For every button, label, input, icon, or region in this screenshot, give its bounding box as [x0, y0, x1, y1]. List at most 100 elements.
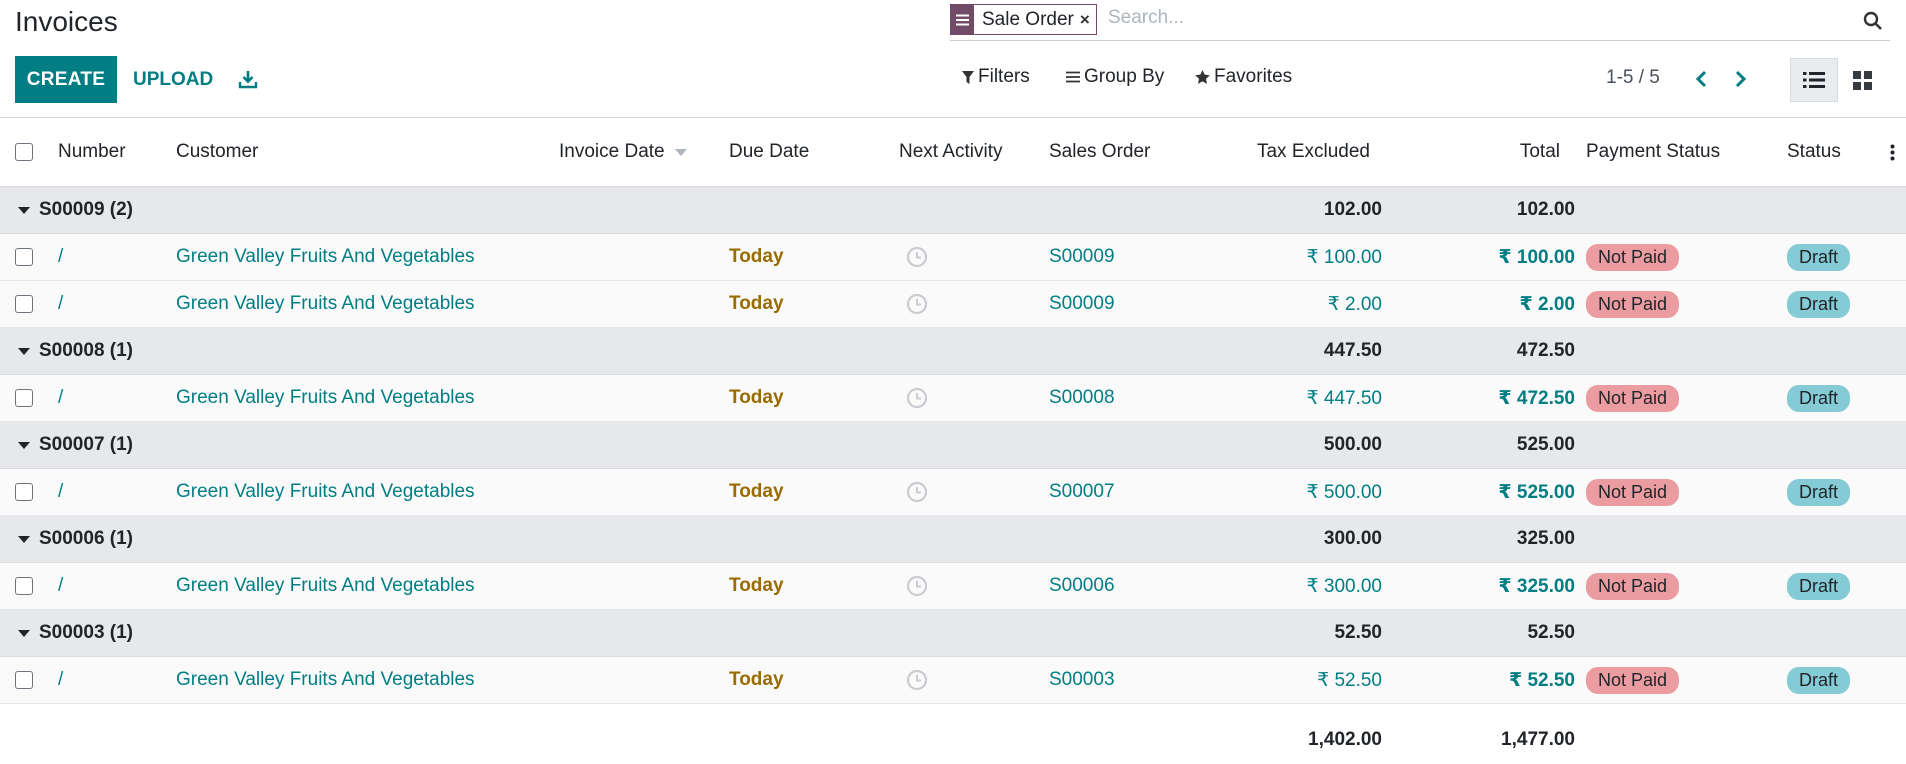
kanban-view-icon — [1852, 70, 1872, 90]
table-row[interactable]: / Green Valley Fruits And Vegetables Today… — [0, 234, 1906, 281]
star-icon — [1195, 70, 1210, 84]
clock-icon[interactable] — [906, 657, 928, 703]
list-view-button[interactable] — [1790, 58, 1838, 102]
due-date: Today — [729, 387, 784, 408]
row-checkbox[interactable] — [15, 389, 33, 407]
column-payment-status[interactable]: Payment Status — [1586, 118, 1720, 186]
status-badge: Draft — [1787, 384, 1851, 412]
column-status[interactable]: Status — [1787, 118, 1841, 186]
row-checkbox[interactable] — [15, 483, 33, 501]
clock-icon[interactable] — [906, 234, 928, 280]
row-checkbox[interactable] — [15, 295, 33, 313]
invoice-number[interactable]: / — [58, 281, 63, 327]
total-value: ₹ 525.00 — [1498, 481, 1575, 503]
total-value: ₹ 52.50 — [1508, 669, 1575, 691]
status-badge: Draft — [1787, 572, 1851, 600]
clock-icon[interactable] — [906, 281, 928, 327]
tax-excluded-value: ₹ 52.50 — [1317, 669, 1382, 691]
pager-value[interactable]: 1-5 / 5 — [1606, 67, 1660, 89]
customer-link[interactable]: Green Valley Fruits And Vegetables — [176, 234, 475, 280]
invoice-number[interactable]: / — [58, 469, 63, 515]
group-label: S00008 (1) — [39, 340, 134, 361]
chevron-right-icon[interactable] — [1729, 64, 1753, 94]
group-row[interactable]: S00008 (1) 447.50 472.50 — [0, 328, 1906, 375]
customer-link[interactable]: Green Valley Fruits And Vegetables — [176, 563, 475, 609]
filters-button[interactable]: Filters — [962, 66, 1030, 88]
column-number[interactable]: Number — [58, 118, 126, 186]
group-row[interactable]: S00007 (1) 500.00 525.00 — [0, 422, 1906, 469]
column-due-date[interactable]: Due Date — [729, 118, 809, 186]
chevron-left-icon[interactable] — [1689, 64, 1713, 94]
invoice-number[interactable]: / — [58, 375, 63, 421]
kanban-view-button[interactable] — [1838, 58, 1886, 102]
group-total: 325.00 — [1516, 528, 1575, 549]
status-badge: Draft — [1787, 666, 1851, 694]
customer-link[interactable]: Green Valley Fruits And Vegetables — [176, 469, 475, 515]
customer-link[interactable]: Green Valley Fruits And Vegetables — [176, 657, 475, 703]
caret-down-icon — [18, 347, 30, 355]
clock-icon[interactable] — [906, 469, 928, 515]
caret-down-icon — [18, 441, 30, 449]
favorites-label: Favorites — [1214, 66, 1293, 87]
column-invoice-date[interactable]: Invoice Date — [559, 118, 687, 186]
payment-status-badge: Not Paid — [1586, 666, 1680, 694]
clock-icon[interactable] — [906, 563, 928, 609]
optional-columns-icon[interactable] — [1890, 118, 1895, 186]
select-all-checkbox[interactable] — [15, 143, 33, 161]
caret-down-icon — [18, 629, 30, 637]
group-header[interactable]: S00003 (1) — [18, 610, 133, 656]
search-icon[interactable] — [1860, 8, 1886, 34]
group-header[interactable]: S00007 (1) — [18, 422, 133, 468]
group-row[interactable]: S00006 (1) 300.00 325.00 — [0, 516, 1906, 563]
favorites-button[interactable]: Favorites — [1195, 66, 1292, 88]
group-header[interactable]: S00008 (1) — [18, 328, 133, 374]
due-date: Today — [729, 246, 784, 267]
group-label: S00003 (1) — [39, 622, 134, 643]
invoice-number[interactable]: / — [58, 563, 63, 609]
customer-link[interactable]: Green Valley Fruits And Vegetables — [176, 281, 475, 327]
search-facet[interactable]: Sale Order × — [950, 4, 1097, 35]
table-row[interactable]: / Green Valley Fruits And Vegetables Today… — [0, 375, 1906, 422]
payment-status-badge: Not Paid — [1586, 384, 1680, 412]
tax-excluded-value: ₹ 2.00 — [1327, 293, 1382, 315]
table-row[interactable]: / Green Valley Fruits And Vegetables Today… — [0, 563, 1906, 610]
table-row[interactable]: / Green Valley Fruits And Vegetables Today… — [0, 657, 1906, 704]
due-date: Today — [729, 293, 784, 314]
column-customer[interactable]: Customer — [176, 118, 258, 186]
sales-order-link[interactable]: S00009 — [1049, 281, 1115, 327]
customer-link[interactable]: Green Valley Fruits And Vegetables — [176, 375, 475, 421]
column-tax-excluded[interactable]: Tax Excluded — [1190, 118, 1370, 186]
column-invoice-date-label: Invoice Date — [559, 141, 665, 162]
group-header[interactable]: S00006 (1) — [18, 516, 133, 562]
group-row[interactable]: S00003 (1) 52.50 52.50 — [0, 610, 1906, 657]
row-checkbox[interactable] — [15, 671, 33, 689]
sales-order-link[interactable]: S00006 — [1049, 563, 1115, 609]
caret-down-icon — [18, 206, 30, 214]
search-input[interactable] — [1108, 7, 1808, 29]
create-button[interactable]: CREATE — [15, 56, 117, 103]
group-row[interactable]: S00009 (2) 102.00 102.00 — [0, 187, 1906, 234]
row-checkbox[interactable] — [15, 577, 33, 595]
status-badge: Draft — [1787, 243, 1851, 271]
group-by-button[interactable]: Group By — [1066, 66, 1164, 88]
table-row[interactable]: / Green Valley Fruits And Vegetables Today… — [0, 469, 1906, 516]
invoice-number[interactable]: / — [58, 234, 63, 280]
column-total[interactable]: Total — [1380, 118, 1560, 186]
download-icon[interactable] — [233, 64, 263, 94]
group-header[interactable]: S00009 (2) — [18, 187, 133, 233]
upload-button[interactable]: UPLOAD — [130, 56, 216, 103]
sales-order-link[interactable]: S00007 — [1049, 469, 1115, 515]
sort-desc-icon — [674, 148, 687, 156]
column-sales-order[interactable]: Sales Order — [1049, 118, 1150, 186]
sales-order-link[interactable]: S00008 — [1049, 375, 1115, 421]
tax-excluded-value: ₹ 447.50 — [1306, 387, 1382, 409]
column-next-activity[interactable]: Next Activity — [899, 118, 1002, 186]
facet-remove-icon[interactable]: × — [1080, 10, 1096, 30]
clock-icon[interactable] — [906, 375, 928, 421]
invoice-number[interactable]: / — [58, 657, 63, 703]
group-total: 472.50 — [1516, 340, 1575, 361]
sales-order-link[interactable]: S00009 — [1049, 234, 1115, 280]
row-checkbox[interactable] — [15, 248, 33, 266]
sales-order-link[interactable]: S00003 — [1049, 657, 1115, 703]
table-row[interactable]: / Green Valley Fruits And Vegetables Today… — [0, 281, 1906, 328]
